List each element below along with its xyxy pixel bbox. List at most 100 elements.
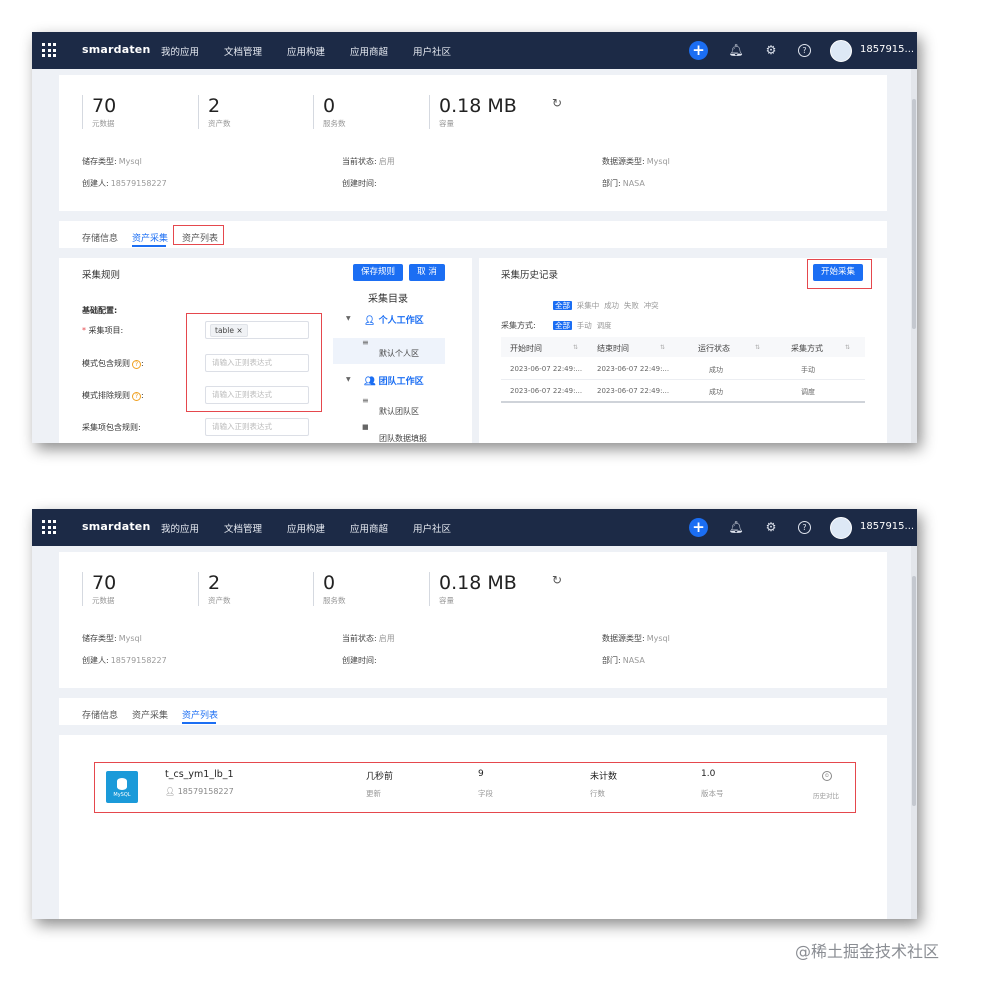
stat-label: 容量 — [439, 596, 454, 605]
overview-card: 70 元数据 2 资产数 0 服务数 0.18 MB 容量 ↻ 储存类型: Mysql 当… — [59, 75, 887, 211]
h-scrollbar[interactable] — [501, 401, 865, 403]
col-start-time[interactable]: 开始时间 — [510, 343, 542, 354]
stat-metadata: 70 元数据 — [82, 572, 116, 606]
caret-down-icon[interactable]: ▼ — [346, 315, 351, 322]
help-icon[interactable]: ? — [798, 521, 811, 534]
tab-asset-collect[interactable]: 资产采集 — [132, 231, 168, 244]
nav-my-apps[interactable]: 我的应用 — [161, 44, 199, 58]
filter-manual[interactable]: 手动 — [577, 321, 592, 330]
bell-icon[interactable]: 🔔︎ — [728, 519, 744, 535]
scrollbar[interactable] — [911, 69, 917, 443]
stat-assets: 2 资产数 — [198, 572, 231, 606]
username[interactable]: 1857915... — [860, 521, 914, 532]
stat-value: 2 — [208, 572, 221, 594]
nav-docs[interactable]: 文档管理 — [224, 44, 262, 58]
meta-status: 当前状态: 启用 — [342, 156, 395, 167]
nav-community[interactable]: 用户社区 — [413, 44, 451, 58]
nav-app-store[interactable]: 应用商超 — [350, 521, 388, 535]
meta-label: 数据源类型: — [602, 157, 645, 166]
username[interactable]: 1857915... — [860, 44, 914, 55]
ws-label: 团队工作区 — [378, 377, 424, 387]
status-filters: 全部 采集中 成功 失败 冲突 — [553, 300, 659, 311]
refresh-icon[interactable]: ↻ — [552, 573, 562, 587]
filter-conflict[interactable]: 冲突 — [644, 301, 659, 310]
sort-icon[interactable]: ⇅ — [845, 344, 850, 351]
stat-label: 容量 — [439, 119, 454, 128]
col-run-status[interactable]: 运行状态 — [698, 343, 730, 354]
scrollbar[interactable] — [911, 546, 917, 919]
stat-label: 元数据 — [92, 596, 115, 605]
save-rules-button[interactable]: 保存规则 — [353, 264, 403, 281]
mode-filters: 全部 手动 调度 — [553, 320, 612, 331]
team-data-item[interactable]: 团队数据填报 — [379, 433, 427, 443]
help-circle-icon[interactable]: ? — [132, 392, 141, 401]
create-button[interactable]: + — [689, 41, 708, 60]
help-circle-icon[interactable]: ? — [132, 360, 141, 369]
filter-collecting[interactable]: 采集中 — [577, 301, 600, 310]
avatar[interactable] — [830, 40, 852, 62]
meta-created-time: 创建时间: — [342, 655, 379, 666]
filter-failed[interactable]: 失败 — [624, 301, 639, 310]
tab-asset-list[interactable]: 资产列表 — [182, 708, 218, 721]
mode-label: 采集方式: — [501, 321, 536, 330]
cancel-button[interactable]: 取 消 — [409, 264, 445, 281]
team-default-item[interactable]: 默认团队区 — [379, 406, 419, 417]
help-icon[interactable]: ? — [798, 44, 811, 57]
item-include-input[interactable]: 请输入正则表达式 — [205, 418, 309, 436]
top-navbar: smardaten 我的应用 文档管理 应用构建 应用商超 用户社区 + 🔔︎ … — [32, 509, 917, 546]
filter-all[interactable]: 全部 — [553, 301, 572, 310]
stat-services: 0 服务数 — [313, 572, 346, 606]
active-tab-indicator — [132, 245, 166, 247]
bell-icon[interactable]: 🔔︎ — [728, 42, 744, 58]
stat-assets: 2 资产数 — [198, 95, 231, 129]
tab-storage-info[interactable]: 存储信息 — [82, 708, 118, 721]
list-icon: ≡ — [362, 396, 369, 405]
nav-my-apps[interactable]: 我的应用 — [161, 521, 199, 535]
user-icon: 👤︎ — [364, 316, 376, 326]
col-end-time[interactable]: 结束时间 — [597, 343, 629, 354]
app-grid-icon[interactable] — [42, 520, 56, 534]
meta-label: 部门: — [602, 179, 621, 188]
ws-label: 个人工作区 — [378, 316, 424, 326]
filter-success[interactable]: 成功 — [604, 301, 619, 310]
stat-value: 0 — [323, 95, 336, 117]
sort-icon[interactable]: ⇅ — [755, 344, 760, 351]
active-tab-indicator — [182, 722, 216, 724]
tab-storage-info[interactable]: 存储信息 — [82, 231, 118, 244]
stat-label: 资产数 — [208, 596, 231, 605]
avatar[interactable] — [830, 517, 852, 539]
include-rule-label: 模式包含规则?: — [82, 359, 144, 369]
nav-community[interactable]: 用户社区 — [413, 521, 451, 535]
nav-app-build[interactable]: 应用构建 — [287, 44, 325, 58]
meta-value: Mysql — [118, 157, 142, 166]
meta-value: 18579158227 — [110, 656, 167, 665]
personal-default-item[interactable]: 默认个人区 — [379, 348, 419, 359]
team-workspace[interactable]: 👥︎ 团队工作区 — [364, 374, 424, 387]
meta-source-type: 数据源类型: Mysql — [602, 633, 670, 644]
col-collect-mode[interactable]: 采集方式 — [791, 343, 823, 354]
section-title: 基础配置: — [82, 306, 118, 315]
project-label: * 采集项目: — [82, 325, 123, 336]
create-button[interactable]: + — [689, 518, 708, 537]
screenshot-asset-list: smardaten 我的应用 文档管理 应用构建 应用商超 用户社区 + 🔔︎ … — [32, 509, 917, 919]
gear-icon[interactable]: ⚙ — [763, 42, 779, 58]
table-cell: 成功 — [709, 366, 723, 374]
sort-icon[interactable]: ⇅ — [660, 344, 665, 351]
caret-down-icon[interactable]: ▼ — [346, 376, 351, 383]
nav-app-store[interactable]: 应用商超 — [350, 44, 388, 58]
nav-docs[interactable]: 文档管理 — [224, 521, 262, 535]
sort-icon[interactable]: ⇅ — [573, 344, 578, 351]
personal-workspace[interactable]: 👤︎ 个人工作区 — [364, 313, 424, 326]
app-grid-icon[interactable] — [42, 43, 56, 57]
tab-asset-collect[interactable]: 资产采集 — [132, 708, 168, 721]
refresh-icon[interactable]: ↻ — [552, 96, 562, 110]
filter-schedule[interactable]: 调度 — [597, 321, 612, 330]
filter-all[interactable]: 全部 — [553, 321, 572, 330]
meta-label: 当前状态: — [342, 634, 377, 643]
gear-icon[interactable]: ⚙ — [763, 519, 779, 535]
nav-app-build[interactable]: 应用构建 — [287, 521, 325, 535]
meta-value: Mysql — [118, 634, 142, 643]
list-icon: ≡ — [362, 338, 369, 347]
meta-value: 启用 — [378, 157, 395, 166]
meta-label: 创建时间: — [342, 179, 377, 188]
